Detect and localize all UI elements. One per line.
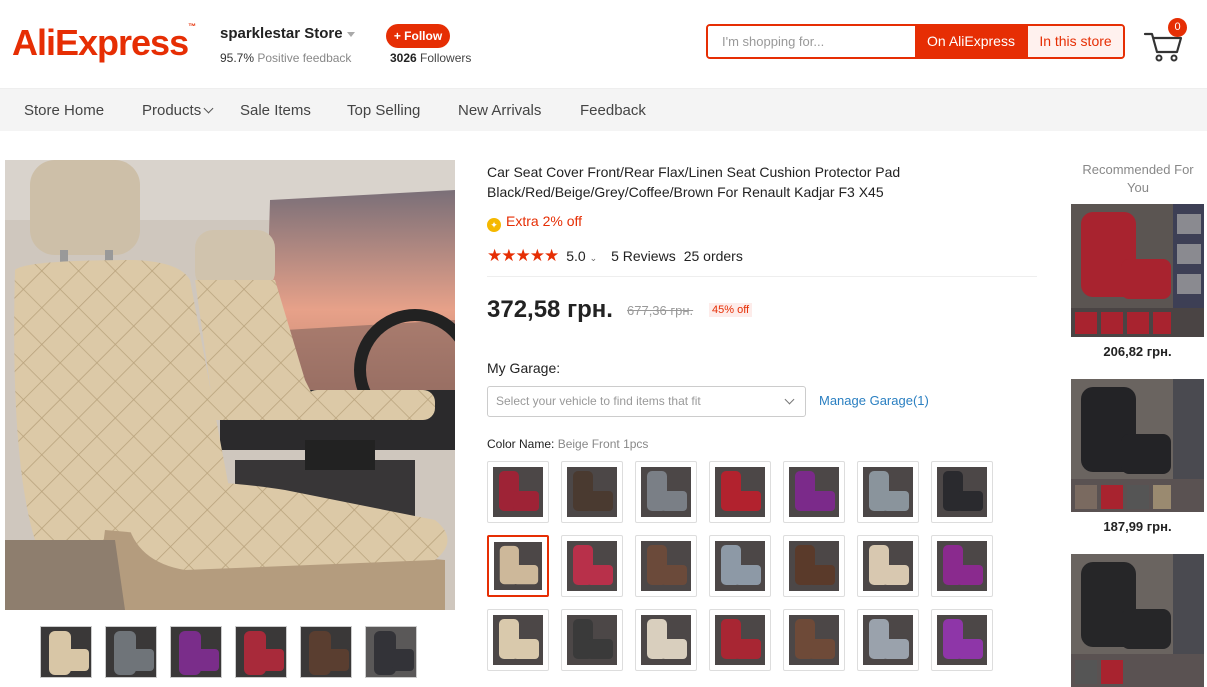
recommended-image[interactable]	[1071, 554, 1204, 687]
nav-store-home[interactable]: Store Home	[24, 89, 104, 132]
swatch-image	[641, 615, 691, 665]
star-rating-icon: ★★★★★	[487, 246, 559, 265]
product-main-image[interactable]	[5, 160, 455, 610]
followers-count: 3026 Followers	[390, 51, 472, 65]
color-swatch[interactable]	[487, 461, 549, 523]
color-swatch[interactable]	[857, 609, 919, 671]
search-bar: On AliExpress In this store	[706, 24, 1125, 59]
swatch-image	[715, 541, 765, 591]
color-swatch[interactable]	[709, 461, 771, 523]
nav-products[interactable]: Products	[142, 89, 214, 132]
store-name[interactable]: sparklestar Store	[220, 25, 355, 42]
color-swatch[interactable]	[635, 609, 697, 671]
vehicle-select[interactable]: Select your vehicle to find items that f…	[487, 386, 806, 417]
swatch-image	[789, 615, 839, 665]
search-input[interactable]	[708, 26, 915, 57]
swatch-image	[715, 615, 765, 665]
color-swatch[interactable]	[783, 535, 845, 597]
original-price: 677,36 грн.	[627, 303, 694, 318]
cart-count-badge: 0	[1168, 18, 1187, 37]
swatch-image	[863, 467, 913, 517]
color-name-label: Color Name: Beige Front 1pcs	[487, 437, 649, 451]
swatch-image	[937, 541, 987, 591]
color-swatch[interactable]	[487, 609, 549, 671]
chevron-down-icon	[784, 394, 795, 405]
color-swatch[interactable]	[709, 535, 771, 597]
swatch-image	[494, 542, 542, 590]
swatch-image	[863, 615, 913, 665]
gallery-thumb[interactable]	[170, 626, 222, 678]
color-swatch[interactable]	[931, 535, 993, 597]
product-title: Car Seat Cover Front/Rear Flax/Linen Sea…	[487, 164, 901, 200]
color-swatch[interactable]	[857, 535, 919, 597]
swatch-image	[937, 467, 987, 517]
recommended-item[interactable]: 187,99 грн.	[1071, 379, 1204, 534]
recommended-item[interactable]: 206,82 грн.	[1071, 204, 1204, 359]
swatch-image	[863, 541, 913, 591]
header: AliExpress™ sparklestar Store 95.7% Posi…	[0, 0, 1207, 88]
search-store-button[interactable]: In this store	[1027, 26, 1123, 57]
gallery-thumb[interactable]	[300, 626, 352, 678]
color-swatch[interactable]	[487, 535, 549, 597]
divider	[487, 276, 1037, 277]
gallery-thumb[interactable]	[40, 626, 92, 678]
swatch-image	[493, 467, 543, 517]
recommended-image[interactable]	[1071, 204, 1204, 337]
extra-discount: ✦ Extra 2% off	[487, 213, 582, 232]
color-swatch[interactable]	[709, 609, 771, 671]
swatch-image	[641, 541, 691, 591]
recommended-item[interactable]	[1071, 554, 1204, 687]
orders-count: 25 orders	[683, 248, 743, 264]
swatch-image	[567, 467, 617, 517]
recommended-price: 187,99 грн.	[1103, 519, 1172, 534]
aliexpress-logo[interactable]: AliExpress™	[12, 22, 196, 64]
swatch-image	[789, 467, 839, 517]
color-swatch[interactable]	[857, 461, 919, 523]
rating-row: ★★★★★ 5.0 ⌄ 5 Reviews 25 orders	[487, 246, 743, 265]
reviews-link[interactable]: 5 Reviews	[611, 248, 676, 264]
color-swatch[interactable]	[783, 609, 845, 671]
color-swatch[interactable]	[635, 461, 697, 523]
swatch-image	[567, 615, 617, 665]
color-swatch[interactable]	[783, 461, 845, 523]
swatch-image	[641, 467, 691, 517]
garage-label: My Garage:	[487, 360, 561, 376]
recommended-image[interactable]	[1071, 379, 1204, 512]
gallery-thumb[interactable]	[105, 626, 157, 678]
follow-button[interactable]: + Follow	[386, 24, 450, 48]
discount-badge: 45% off	[709, 303, 753, 317]
swatch-image	[789, 541, 839, 591]
nav-sale-items[interactable]: Sale Items	[240, 89, 311, 132]
color-swatch[interactable]	[561, 535, 623, 597]
gallery-thumb[interactable]	[365, 626, 417, 678]
gallery-thumb[interactable]	[235, 626, 287, 678]
color-swatch[interactable]	[635, 535, 697, 597]
nav-new-arrivals[interactable]: New Arrivals	[458, 89, 541, 132]
swatch-image	[567, 541, 617, 591]
store-nav: Store Home Products Sale Items Top Selli…	[0, 88, 1207, 131]
color-swatch[interactable]	[931, 461, 993, 523]
color-swatch[interactable]	[561, 609, 623, 671]
recommended-price: 206,82 грн.	[1103, 344, 1172, 359]
color-swatch[interactable]	[931, 609, 993, 671]
manage-garage-link[interactable]: Manage Garage(1)	[819, 393, 929, 408]
color-swatch[interactable]	[561, 461, 623, 523]
store-feedback: 95.7% Positive feedback	[220, 51, 352, 65]
swatch-image	[715, 467, 765, 517]
nav-top-selling[interactable]: Top Selling	[347, 89, 420, 132]
swatch-image	[937, 615, 987, 665]
nav-feedback[interactable]: Feedback	[580, 89, 646, 132]
caret-down-icon	[346, 31, 355, 37]
chevron-down-icon	[203, 103, 214, 114]
current-price: 372,58 грн.	[487, 296, 613, 323]
swatch-image	[493, 615, 543, 665]
search-aliexpress-button[interactable]: On AliExpress	[915, 26, 1027, 57]
coin-icon: ✦	[487, 218, 501, 232]
recommended-title: Recommended For You	[1082, 162, 1194, 195]
rating-score[interactable]: 5.0 ⌄	[566, 248, 597, 264]
